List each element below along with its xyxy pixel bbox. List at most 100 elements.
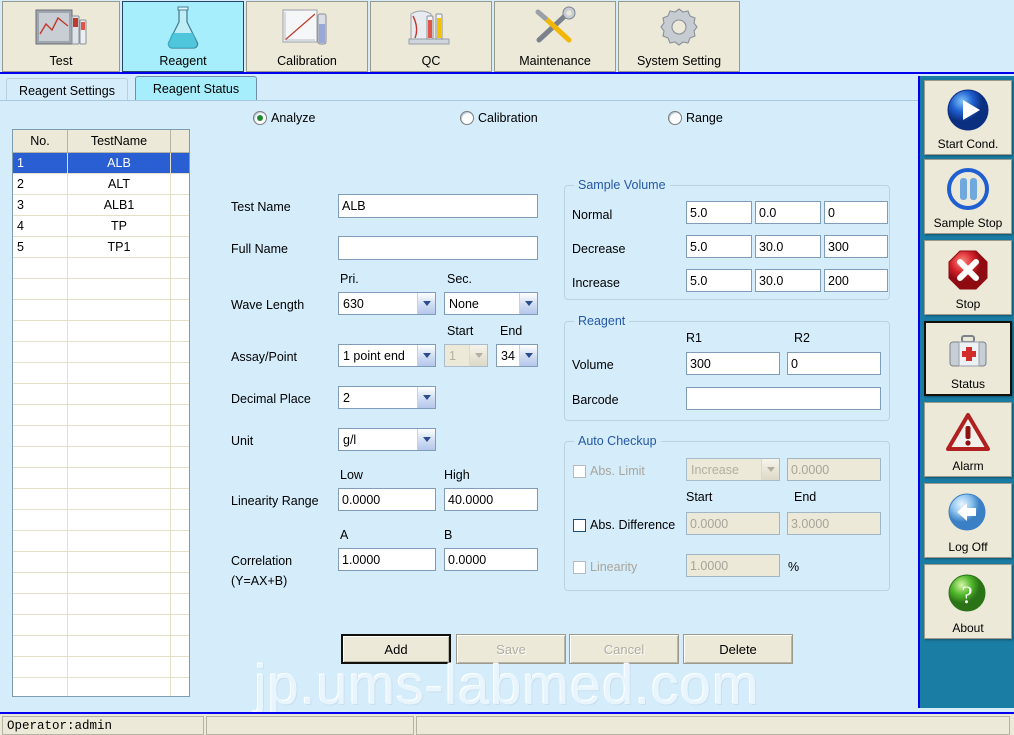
sidebar-button-start-cond[interactable]: Start Cond.: [924, 80, 1012, 155]
decimal-place-select[interactable]: 2: [338, 386, 436, 409]
correlation-a-input[interactable]: [338, 548, 436, 571]
cell-blank: [170, 173, 189, 195]
delete-button[interactable]: Delete: [683, 634, 793, 664]
sidebar-label-log-off: Log Off: [948, 540, 988, 554]
table-row[interactable]: 3 ALB1: [13, 194, 189, 216]
status-panel-3: [416, 716, 1010, 735]
table-row-empty[interactable]: [13, 278, 189, 300]
table-row-empty[interactable]: [13, 404, 189, 426]
label-pri: Pri.: [340, 272, 359, 286]
radio-range[interactable]: Range: [668, 111, 723, 125]
column-header-blank[interactable]: [170, 130, 189, 153]
sample-volume-normal-2[interactable]: [755, 201, 821, 224]
sample-volume-increase-3[interactable]: [824, 269, 888, 292]
table-row-empty[interactable]: [13, 572, 189, 594]
cell-testname: [67, 572, 171, 594]
add-button[interactable]: Add: [341, 634, 451, 664]
table-row-empty[interactable]: [13, 383, 189, 405]
table-row[interactable]: 5 TP1: [13, 236, 189, 258]
test-list-grid[interactable]: No. TestName 1 ALB 2 ALT 3 ALB1 4 TP 5 TP1: [12, 129, 190, 697]
table-row-empty[interactable]: [13, 446, 189, 468]
table-row-empty[interactable]: [13, 635, 189, 657]
mode-radio-group: Analyze Calibration Range: [200, 109, 900, 133]
cell-testname: [67, 299, 171, 321]
abs-difference-checkbox[interactable]: [573, 519, 586, 532]
sample-volume-normal-1[interactable]: [686, 201, 752, 224]
test-chart-icon: [3, 2, 119, 54]
tab-reagent-status[interactable]: Reagent Status: [135, 76, 257, 101]
test-name-input[interactable]: [338, 194, 538, 218]
toolbar-button-maintenance[interactable]: Maintenance: [494, 1, 616, 72]
unit-select[interactable]: g/l: [338, 428, 436, 451]
table-row-empty[interactable]: [13, 656, 189, 678]
radio-calibration[interactable]: Calibration: [460, 111, 538, 125]
toolbar-button-reagent[interactable]: Reagent: [122, 1, 244, 72]
label-abs-limit: Abs. Limit: [590, 464, 645, 478]
label-correlation-a: A: [340, 528, 349, 542]
cell-testname: [67, 488, 171, 510]
sample-volume-decrease-1[interactable]: [686, 235, 752, 258]
sidebar-button-stop[interactable]: Stop: [924, 240, 1012, 315]
sample-volume-normal-3[interactable]: [824, 201, 888, 224]
table-row-empty[interactable]: [13, 467, 189, 489]
chevron-down-icon: [417, 387, 435, 408]
linearity-high-input[interactable]: [444, 488, 538, 511]
table-row-empty[interactable]: [13, 320, 189, 342]
reagent-volume-r1-input[interactable]: [686, 352, 780, 375]
assay-point-select[interactable]: 1 point end: [338, 344, 436, 367]
sidebar-button-about[interactable]: ? About: [924, 564, 1012, 639]
radio-dot-calibration: [460, 111, 474, 125]
linearity-checkbox[interactable]: [573, 561, 586, 574]
sidebar-button-log-off[interactable]: Log Off: [924, 483, 1012, 558]
label-checkup-end: End: [794, 490, 817, 504]
gear-icon: [619, 2, 739, 54]
sample-volume-increase-1[interactable]: [686, 269, 752, 292]
column-header-testname[interactable]: TestName: [67, 130, 171, 153]
sample-volume-decrease-3[interactable]: [824, 235, 888, 258]
label-correlation: Correlation: [231, 554, 293, 568]
wave-length-pri-select[interactable]: 630: [338, 292, 436, 315]
label-r2: R2: [794, 331, 810, 345]
radio-label-range: Range: [686, 111, 723, 125]
cell-blank: [170, 257, 189, 279]
sidebar-button-status[interactable]: Status: [924, 321, 1012, 396]
point-end-select[interactable]: 34: [496, 344, 538, 367]
table-row[interactable]: 4 TP: [13, 215, 189, 237]
linearity-low-input[interactable]: [338, 488, 436, 511]
sidebar-button-alarm[interactable]: Alarm: [924, 402, 1012, 477]
reagent-volume-r2-input[interactable]: [787, 352, 881, 375]
table-row-empty[interactable]: [13, 530, 189, 552]
reagent-group-title: Reagent: [574, 314, 630, 328]
cell-blank: [170, 677, 189, 696]
chevron-down-icon: [519, 345, 537, 366]
column-header-no[interactable]: No.: [13, 130, 68, 153]
toolbar-button-system-setting[interactable]: System Setting: [618, 1, 740, 72]
abs-limit-checkbox[interactable]: [573, 465, 586, 478]
table-row-empty[interactable]: [13, 341, 189, 363]
tab-reagent-settings[interactable]: Reagent Settings: [6, 78, 128, 102]
table-row-empty[interactable]: [13, 614, 189, 636]
table-row-empty[interactable]: [13, 677, 189, 696]
table-row-empty[interactable]: [13, 509, 189, 531]
sample-volume-increase-2[interactable]: [755, 269, 821, 292]
sidebar-button-sample-stop[interactable]: Sample Stop: [924, 159, 1012, 234]
table-row[interactable]: 1 ALB: [13, 152, 189, 174]
table-row-empty[interactable]: [13, 362, 189, 384]
table-row-empty[interactable]: [13, 593, 189, 615]
table-row-empty[interactable]: [13, 299, 189, 321]
table-row-empty[interactable]: [13, 257, 189, 279]
table-row-empty[interactable]: [13, 551, 189, 573]
table-row-empty[interactable]: [13, 488, 189, 510]
radio-analyze[interactable]: Analyze: [253, 111, 315, 125]
table-row-empty[interactable]: [13, 425, 189, 447]
toolbar-button-calibration[interactable]: Calibration: [246, 1, 368, 72]
sample-volume-decrease-2[interactable]: [755, 235, 821, 258]
toolbar-button-test[interactable]: Test: [2, 1, 120, 72]
test-list-body: 1 ALB 2 ALT 3 ALB1 4 TP 5 TP1: [13, 152, 189, 696]
toolbar-button-qc[interactable]: QC: [370, 1, 492, 72]
wave-length-sec-select[interactable]: None: [444, 292, 538, 315]
full-name-input[interactable]: [338, 236, 538, 260]
table-row[interactable]: 2 ALT: [13, 173, 189, 195]
reagent-barcode-input[interactable]: [686, 387, 881, 410]
correlation-b-input[interactable]: [444, 548, 538, 571]
